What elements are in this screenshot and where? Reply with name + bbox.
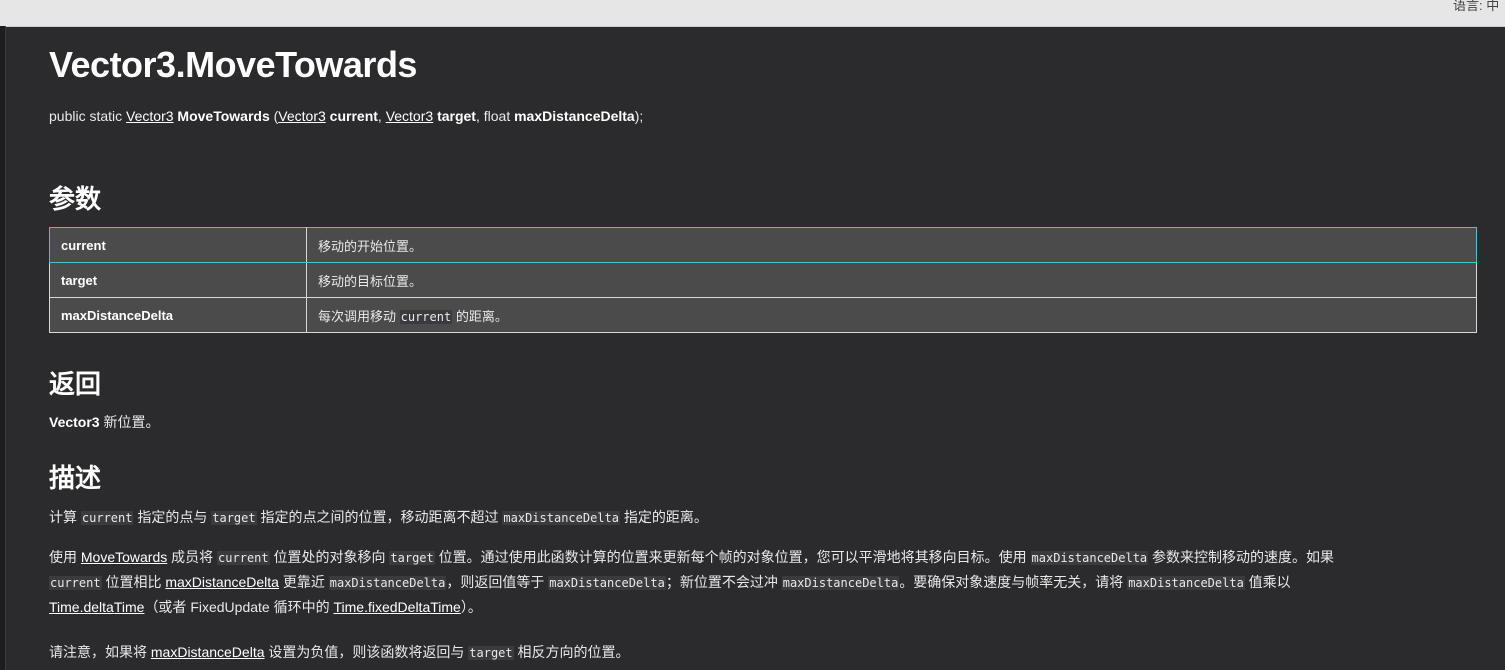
maxdistancedelta-link[interactable]: maxDistanceDelta bbox=[151, 644, 265, 660]
text-segment: maxDistanceDelta bbox=[514, 108, 635, 124]
inline-code: target bbox=[211, 511, 257, 525]
inline-code: maxDistanceDelta bbox=[328, 576, 447, 590]
text-segment: 位置相比 bbox=[101, 574, 166, 590]
text-segment: 新位置。 bbox=[99, 414, 160, 430]
inline-code: target bbox=[389, 551, 435, 565]
table-row: maxDistanceDelta 每次调用移动 current 的距离。 bbox=[49, 297, 1477, 333]
movetowards-link[interactable]: MoveTowards bbox=[81, 549, 167, 565]
text-segment: 成员将 bbox=[167, 549, 218, 565]
page-title: Vector3.MoveTowards bbox=[49, 44, 417, 85]
text-segment: 位置处的对象移向 bbox=[269, 549, 390, 565]
text-segment: ，则返回值等于 bbox=[446, 574, 549, 590]
text-segment: 更靠近 bbox=[278, 574, 329, 590]
inline-code: current bbox=[217, 551, 270, 565]
language-selector[interactable]: 语言: 中 bbox=[1453, 0, 1503, 14]
description-heading: 描述 bbox=[49, 463, 102, 493]
text-segment: Vector3 bbox=[49, 414, 100, 430]
inline-code: maxDistanceDelta bbox=[1030, 551, 1149, 565]
text-segment: ）。 bbox=[460, 599, 482, 615]
text-segment: 设置为负值，则该函数将返回与 bbox=[264, 644, 469, 660]
inline-code: current bbox=[80, 511, 134, 525]
description-paragraph-1: 计算 current 指定的点与 target 指定的点之间的位置，移动距离不超… bbox=[49, 505, 1459, 530]
text-segment: （或者 FixedUpdate 循环中的 bbox=[144, 599, 334, 615]
text-segment: target bbox=[437, 108, 476, 124]
vector3-link[interactable]: Vector3 bbox=[126, 108, 173, 124]
text-segment: ( bbox=[269, 108, 279, 124]
left-sidebar-edge bbox=[0, 26, 6, 670]
params-heading: 参数 bbox=[49, 184, 102, 214]
table-row: target 移动的目标位置。 bbox=[49, 262, 1477, 298]
param-name: target bbox=[49, 262, 307, 298]
text-segment: ); bbox=[634, 108, 644, 124]
text-segment: , bbox=[377, 108, 386, 124]
text-segment: 请注意，如果将 bbox=[49, 644, 151, 660]
top-bar: 语言: 中 bbox=[0, 0, 1505, 27]
inline-code: maxDistanceDelta bbox=[502, 511, 620, 525]
inline-code: maxDistanceDelta bbox=[548, 576, 666, 590]
inline-code: maxDistanceDelta bbox=[781, 576, 900, 590]
text-segment: ；新位置不会过冲 bbox=[665, 574, 782, 590]
description-paragraph-3: 请注意，如果将 maxDistanceDelta 设置为负值，则该函数将返回与 … bbox=[49, 640, 1459, 665]
returns-text: Vector3 新位置。 bbox=[49, 410, 1459, 434]
text-segment: 的距离。 bbox=[452, 308, 508, 324]
text-segment: 计算 bbox=[49, 509, 81, 525]
table-row: current 移动的开始位置。 bbox=[49, 227, 1477, 263]
text-segment: , float bbox=[475, 108, 515, 124]
inline-code: current bbox=[399, 309, 453, 324]
method-signature: public static Vector3 MoveTowards (Vecto… bbox=[49, 108, 643, 124]
param-desc: 每次调用移动 current 的距离。 bbox=[306, 297, 1477, 333]
text-segment: 位置。通过使用此函数计算的位置来更新每个帧的对象位置，您可以平滑地将其移向目标。… bbox=[434, 549, 1031, 565]
inline-code: target bbox=[468, 646, 514, 660]
text-segment: 使用 bbox=[49, 549, 81, 565]
param-name: maxDistanceDelta bbox=[49, 297, 307, 333]
text-segment: 指定的点与 bbox=[133, 509, 212, 525]
inline-code: current bbox=[49, 576, 102, 590]
vector3-link[interactable]: Vector3 bbox=[386, 108, 433, 124]
text-segment: public static bbox=[49, 108, 127, 124]
text-segment: 参数来控制移动的速度。如果 bbox=[1148, 549, 1335, 565]
text-segment: 。要确保对象速度与帧率无关，请将 bbox=[899, 574, 1128, 590]
description-paragraph-2: 使用 MoveTowards 成员将 current 位置处的对象移向 targ… bbox=[49, 545, 1459, 619]
inline-code: maxDistanceDelta bbox=[1127, 576, 1245, 590]
returns-heading: 返回 bbox=[49, 369, 102, 399]
param-name: current bbox=[49, 227, 307, 263]
text-segment: 指定的点之间的位置，移动距离不超过 bbox=[256, 509, 503, 525]
maxdistancedelta-link[interactable]: maxDistanceDelta bbox=[165, 574, 279, 590]
vector3-link[interactable]: Vector3 bbox=[278, 108, 325, 124]
param-desc: 移动的目标位置。 bbox=[306, 262, 1477, 298]
text-segment: current bbox=[329, 108, 378, 124]
time-deltatime-link[interactable]: Time.deltaTime bbox=[49, 599, 144, 615]
text-segment: 每次调用移动 bbox=[318, 308, 400, 324]
text-segment: 相反方向的位置。 bbox=[513, 644, 630, 660]
param-desc: 移动的开始位置。 bbox=[306, 227, 1477, 263]
text-segment: 值乘以 bbox=[1244, 574, 1291, 590]
params-table: current 移动的开始位置。 target 移动的目标位置。 maxDist… bbox=[49, 227, 1477, 333]
time-fixeddeltatime-link[interactable]: Time.fixedDeltaTime bbox=[334, 599, 461, 615]
text-segment: MoveTowards bbox=[177, 108, 270, 124]
text-segment: 指定的距离。 bbox=[619, 509, 708, 525]
